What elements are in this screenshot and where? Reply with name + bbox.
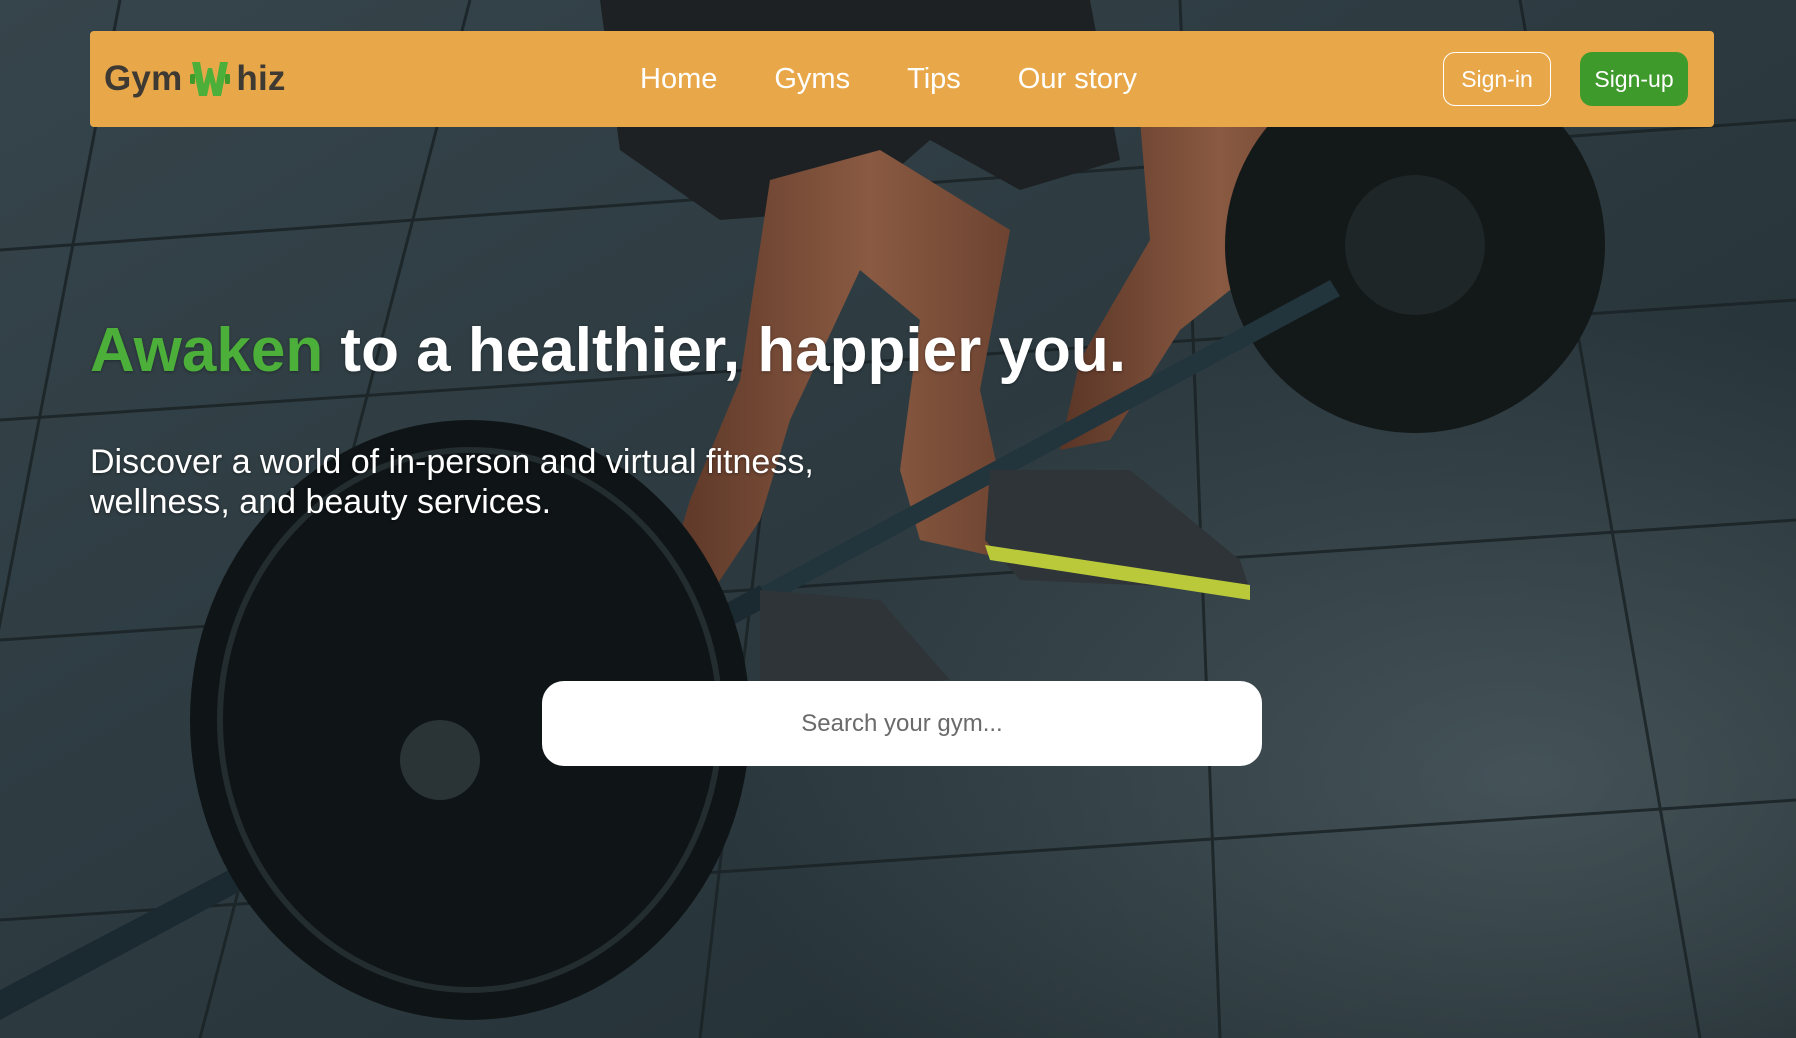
gym-search-input[interactable]: [542, 681, 1262, 766]
nav-link-tips[interactable]: Tips: [907, 63, 961, 96]
brand-name-right: hiz: [236, 59, 286, 98]
signup-button[interactable]: Sign-up: [1580, 52, 1688, 106]
hero-subtext: Discover a world of in-person and virtua…: [90, 442, 850, 522]
nav-link-our-story[interactable]: Our story: [1018, 63, 1137, 96]
hero-headline-accent: Awaken: [90, 316, 324, 385]
hero-headline: Awaken to a healthier, happier you.: [90, 315, 1126, 386]
nav-link-home[interactable]: Home: [640, 63, 717, 96]
top-navbar: Gym hiz Home Gyms Tips Our story Sign-in…: [90, 31, 1714, 127]
hero-subtext-line1: Discover a world of in-person and virtua…: [90, 443, 814, 481]
landing-page: Gym hiz Home Gyms Tips Our story Sign-in…: [0, 0, 1796, 1038]
signin-button[interactable]: Sign-in: [1443, 52, 1551, 106]
brand-logo[interactable]: Gym hiz: [104, 59, 286, 99]
hero-headline-rest: to a healthier, happier you.: [323, 316, 1126, 385]
brand-w-icon: [190, 60, 231, 98]
brand-name-left: Gym: [104, 59, 183, 98]
nav-link-gyms[interactable]: Gyms: [774, 63, 850, 96]
hero-subtext-line2: wellness, and beauty services.: [90, 483, 552, 521]
nav-links: Home Gyms Tips Our story: [640, 31, 1137, 127]
